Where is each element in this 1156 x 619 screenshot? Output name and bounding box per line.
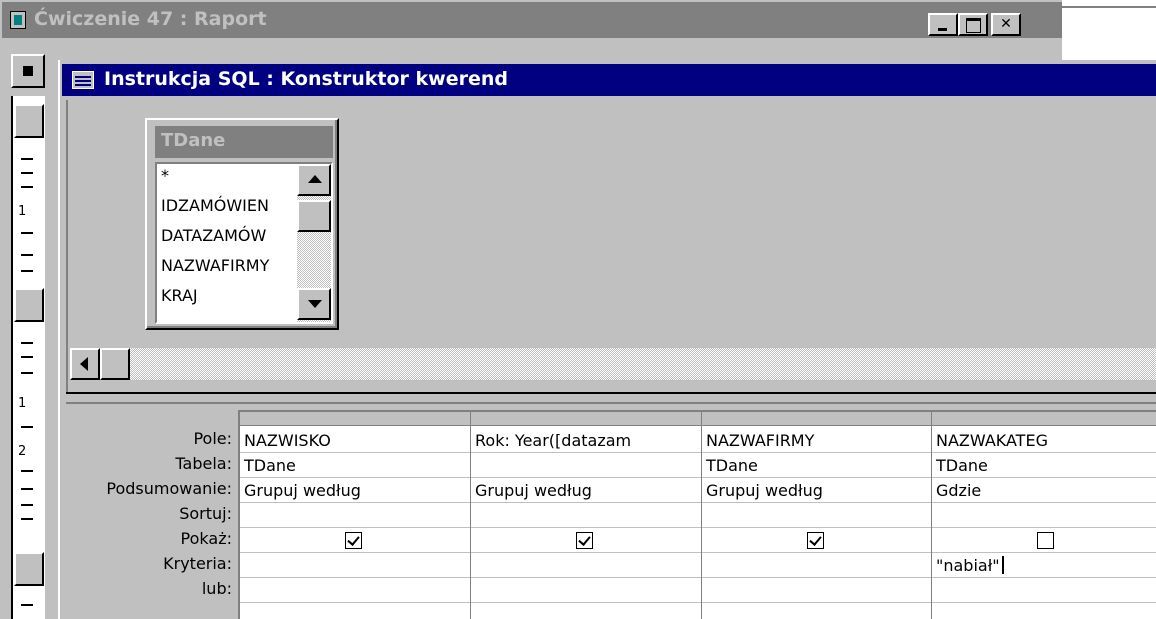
ruler-tick: [21, 470, 33, 472]
report-title-bar[interactable]: Ćwiczenie 47 : Raport ✕: [2, 2, 1062, 38]
lub-cell[interactable]: [702, 578, 931, 603]
report-icon: [10, 11, 26, 29]
kryteria-cell[interactable]: [471, 553, 701, 578]
show-checkbox[interactable]: [345, 532, 362, 549]
podsumowanie-cell[interactable]: Gdzie: [932, 478, 1156, 503]
field-list[interactable]: * IDZAMÓWIEN DATAZAMÓW NAZWAFIRMY KRAJ: [155, 162, 333, 324]
ruler-tick: [21, 186, 33, 188]
select-report-button[interactable]: [11, 54, 45, 88]
row-label-pokaz: Pokaż:: [180, 529, 232, 548]
pane-splitter[interactable]: [66, 392, 1156, 404]
ruler-tick: [21, 254, 33, 256]
table-name[interactable]: TDane: [155, 126, 333, 158]
ruler-tick: [21, 356, 33, 358]
pole-cell[interactable]: NAZWISKO: [240, 428, 470, 453]
scroll-down-icon[interactable]: [297, 288, 331, 320]
scroll-thumb[interactable]: [100, 348, 130, 380]
report-title: Ćwiczenie 47 : Raport: [34, 8, 267, 30]
lub-cell[interactable]: [240, 578, 470, 603]
kryteria-cell[interactable]: "nabiał": [932, 553, 1156, 578]
kryteria-cell[interactable]: [240, 553, 470, 578]
minimize-button[interactable]: [928, 13, 958, 36]
grid-column[interactable]: NAZWAFIRMY TDane Grupuj według: [702, 412, 932, 619]
ruler-tick: [21, 270, 33, 272]
grid-column[interactable]: NAZWAKATEG TDane Gdzie "nabiał": [932, 412, 1156, 619]
ruler-tick: [21, 172, 33, 174]
ruler-number: 1: [18, 396, 27, 411]
scroll-up-icon[interactable]: [297, 164, 331, 196]
grid-column[interactable]: Rok: Year([datazam Grupuj według: [471, 412, 702, 619]
ruler-tick: [21, 232, 33, 234]
scroll-left-icon[interactable]: [70, 348, 100, 380]
field-item[interactable]: *: [161, 166, 169, 185]
column-selector[interactable]: [471, 412, 701, 426]
tabela-cell[interactable]: [471, 453, 701, 478]
tabela-cell[interactable]: TDane: [932, 453, 1156, 478]
pole-cell[interactable]: NAZWAFIRMY: [702, 428, 931, 453]
row-label-lub: lub:: [201, 579, 232, 598]
section-bar-handle[interactable]: [14, 104, 44, 138]
close-button[interactable]: ✕: [991, 13, 1021, 36]
ruler-number: 2: [18, 444, 27, 459]
ruler-tick: [21, 488, 33, 490]
ruler-tick: [21, 342, 33, 344]
column-selector[interactable]: [932, 412, 1156, 426]
scroll-thumb[interactable]: [297, 200, 331, 232]
row-label-pole: Pole:: [193, 429, 232, 448]
pokaz-cell[interactable]: [932, 528, 1156, 553]
sortuj-cell[interactable]: [702, 503, 931, 528]
pole-cell[interactable]: Rok: Year([datazam: [471, 428, 701, 453]
podsumowanie-cell[interactable]: Grupuj według: [702, 478, 931, 503]
pokaz-cell[interactable]: [471, 528, 701, 553]
ruler-tick: [21, 504, 33, 506]
divider: [1062, 6, 1156, 8]
field-item[interactable]: DATAZAMÓW: [161, 226, 266, 245]
ruler-number: 1: [18, 204, 27, 219]
sortuj-cell[interactable]: [932, 503, 1156, 528]
grid-column[interactable]: NAZWISKO TDane Grupuj według: [240, 412, 471, 619]
maximize-button[interactable]: [958, 13, 988, 36]
field-item[interactable]: NAZWAFIRMY: [161, 256, 269, 275]
pokaz-cell[interactable]: [240, 528, 470, 553]
sortuj-cell[interactable]: [240, 503, 470, 528]
field-item[interactable]: IDZAMÓWIEN: [161, 196, 269, 215]
query-title: Instrukcja SQL : Konstruktor kwerend: [104, 68, 508, 90]
row-label-podsumowanie: Podsumowanie:: [106, 479, 232, 498]
table-field-list[interactable]: TDane * IDZAMÓWIEN DATAZAMÓW NAZWAFIRMY …: [145, 118, 339, 330]
table-pane-hscrollbar[interactable]: [70, 348, 1156, 380]
field-item[interactable]: KRAJ: [161, 286, 198, 305]
podsumowanie-cell[interactable]: Grupuj według: [471, 478, 701, 503]
tabela-cell[interactable]: TDane: [240, 453, 470, 478]
ruler-tick: [21, 426, 33, 428]
ruler-tick: [21, 604, 33, 606]
show-checkbox[interactable]: [576, 532, 593, 549]
show-checkbox[interactable]: [1037, 532, 1054, 549]
lub-cell[interactable]: [932, 578, 1156, 603]
show-checkbox[interactable]: [807, 532, 824, 549]
row-label-tabela: Tabela:: [175, 454, 232, 473]
design-grid[interactable]: NAZWISKO TDane Grupuj według Rok: Year([…: [238, 410, 1156, 619]
ruler-tick: [21, 372, 33, 374]
tabela-cell[interactable]: TDane: [702, 453, 931, 478]
row-label-sortuj: Sortuj:: [179, 504, 232, 523]
pokaz-cell[interactable]: [702, 528, 931, 553]
podsumowanie-cell[interactable]: Grupuj według: [240, 478, 470, 503]
section-bar-handle[interactable]: [14, 288, 44, 322]
kryteria-value[interactable]: "nabiał": [936, 556, 1000, 575]
column-selector[interactable]: [240, 412, 470, 426]
column-selector[interactable]: [702, 412, 931, 426]
ruler-tick: [21, 518, 33, 520]
query-icon: [72, 71, 94, 89]
query-title-bar[interactable]: Instrukcja SQL : Konstruktor kwerend: [62, 64, 1156, 96]
sortuj-cell[interactable]: [471, 503, 701, 528]
pole-cell[interactable]: NAZWAKATEG: [932, 428, 1156, 453]
ruler-tick: [21, 158, 33, 160]
row-label-kryteria: Kryteria:: [163, 554, 232, 573]
lub-cell[interactable]: [471, 578, 701, 603]
section-bar-handle[interactable]: [14, 552, 44, 586]
text-cursor: [1001, 556, 1004, 574]
kryteria-cell[interactable]: [702, 553, 931, 578]
field-list-scrollbar[interactable]: [297, 164, 331, 322]
